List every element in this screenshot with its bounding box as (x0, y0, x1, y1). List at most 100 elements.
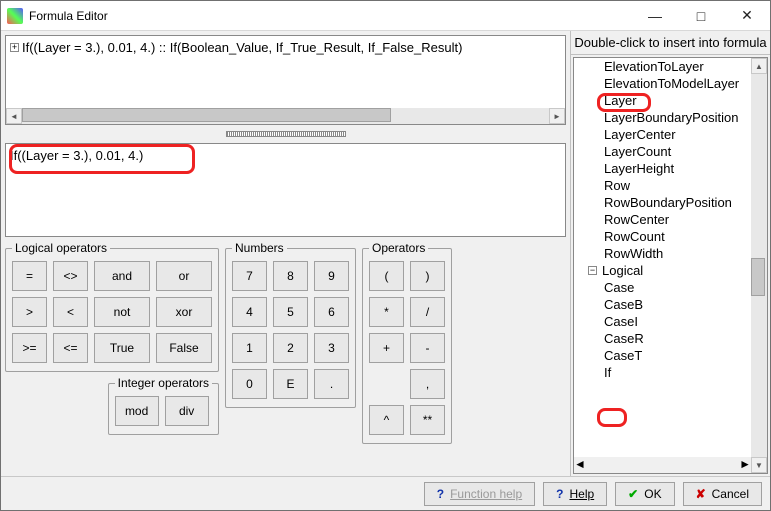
tree-item[interactable]: ElevationToModelLayer (574, 75, 749, 92)
tree-branch-logical[interactable]: −Logical (584, 263, 749, 278)
scroll-thumb[interactable] (586, 457, 693, 471)
ge-button[interactable]: >= (12, 333, 47, 363)
num-5-button[interactable]: 5 (273, 297, 308, 327)
minimize-button[interactable]: — (632, 1, 678, 30)
tree-item[interactable]: Case (574, 279, 749, 296)
tree-item[interactable]: CaseT (574, 347, 749, 364)
mul-button[interactable]: * (369, 297, 404, 327)
highlight-box (597, 408, 627, 427)
mod-button[interactable]: mod (115, 396, 159, 426)
tree-item[interactable]: CaseB (574, 296, 749, 313)
formula-edit-pane[interactable]: If((Layer = 3.), 0.01, 4.) (5, 143, 566, 237)
scroll-thumb[interactable] (751, 258, 765, 296)
and-button[interactable]: and (94, 261, 150, 291)
x-icon: ✘ (696, 487, 706, 501)
highlight-box (597, 93, 651, 112)
tree-horizontal-scrollbar[interactable]: ◄ ► (574, 457, 751, 473)
check-icon: ✔ (628, 487, 638, 501)
num-3-button[interactable]: 3 (314, 333, 349, 363)
tree-item-if[interactable]: If (574, 364, 749, 381)
tree-item[interactable]: RowBoundaryPosition (574, 194, 749, 211)
gt-button[interactable]: > (12, 297, 47, 327)
function-help-button: ?Function help (424, 482, 535, 506)
horizontal-scrollbar[interactable]: ◄ ► (6, 108, 565, 124)
ne-button[interactable]: <> (53, 261, 88, 291)
num-dot-button[interactable]: . (314, 369, 349, 399)
num-e-button[interactable]: E (273, 369, 308, 399)
maximize-button[interactable]: □ (678, 1, 724, 30)
caret-button[interactable]: ^ (369, 405, 404, 435)
sub-button[interactable]: - (410, 333, 445, 363)
logical-operators-group: Logical operators = <> and or > < not xo… (5, 241, 219, 372)
tree-item[interactable]: CaseR (574, 330, 749, 347)
app-icon (7, 8, 23, 24)
not-button[interactable]: not (94, 297, 150, 327)
splitter[interactable] (5, 129, 566, 139)
lparen-button[interactable]: ( (369, 261, 404, 291)
collapse-icon[interactable]: − (588, 266, 597, 275)
numbers-label: Numbers (232, 241, 287, 255)
parsed-formula-pane[interactable]: + If((Layer = 3.), 0.01, 4.) :: If(Boole… (5, 35, 566, 125)
add-button[interactable]: + (369, 333, 404, 363)
function-tree[interactable]: ElevationToLayer ElevationToModelLayer L… (573, 57, 768, 474)
insert-panel-header: Double-click to insert into formula (571, 31, 770, 55)
tree-vertical-scrollbar[interactable]: ▲ ▼ (751, 58, 767, 473)
dialog-footer: ?Function help ?Help ✔OK ✘Cancel (1, 476, 770, 510)
scroll-left-icon[interactable]: ◄ (6, 108, 22, 124)
logical-operators-label: Logical operators (12, 241, 110, 255)
num-8-button[interactable]: 8 (273, 261, 308, 291)
title-bar[interactable]: Formula Editor — □ ✕ (1, 1, 770, 31)
formula-editor-window: Formula Editor — □ ✕ + If((Layer = 3.), … (0, 0, 771, 511)
window-title: Formula Editor (29, 9, 632, 23)
division-button[interactable]: / (410, 297, 445, 327)
num-7-button[interactable]: 7 (232, 261, 267, 291)
rparen-button[interactable]: ) (410, 261, 445, 291)
help-button[interactable]: ?Help (543, 482, 607, 506)
le-button[interactable]: <= (53, 333, 88, 363)
power-button[interactable]: ** (410, 405, 445, 435)
num-0-button[interactable]: 0 (232, 369, 267, 399)
scroll-up-icon[interactable]: ▲ (751, 58, 767, 74)
operators-group: Operators ( ) * / + - , ^ ** (362, 241, 452, 444)
splitter-grip-icon[interactable] (226, 131, 346, 137)
or-button[interactable]: or (156, 261, 212, 291)
tree-item[interactable]: CaseI (574, 313, 749, 330)
integer-operators-group: Integer operators mod div (108, 376, 219, 435)
tree-item[interactable]: RowCenter (574, 211, 749, 228)
highlight-box (9, 144, 195, 174)
scroll-down-icon[interactable]: ▼ (751, 457, 767, 473)
scroll-right-icon[interactable]: ► (549, 108, 565, 124)
tree-item[interactable]: LayerBoundaryPosition (574, 109, 749, 126)
num-1-button[interactable]: 1 (232, 333, 267, 363)
ok-button[interactable]: ✔OK (615, 482, 674, 506)
tree-item[interactable]: LayerCenter (574, 126, 749, 143)
close-button[interactable]: ✕ (724, 1, 770, 30)
parsed-formula-text: If((Layer = 3.), 0.01, 4.) :: If(Boolean… (22, 40, 462, 55)
tree-item[interactable]: LayerCount (574, 143, 749, 160)
expand-icon[interactable]: + (10, 43, 19, 52)
lt-button[interactable]: < (53, 297, 88, 327)
num-4-button[interactable]: 4 (232, 297, 267, 327)
tree-item[interactable]: RowCount (574, 228, 749, 245)
eq-button[interactable]: = (12, 261, 47, 291)
num-2-button[interactable]: 2 (273, 333, 308, 363)
scroll-thumb[interactable] (22, 108, 391, 122)
operators-label: Operators (369, 241, 428, 255)
tree-item[interactable]: LayerHeight (574, 160, 749, 177)
tree-item[interactable]: RowWidth (574, 245, 749, 262)
scroll-right-icon[interactable]: ► (739, 457, 751, 473)
false-button[interactable]: False (156, 333, 212, 363)
scroll-left-icon[interactable]: ◄ (574, 457, 586, 473)
xor-button[interactable]: xor (156, 297, 212, 327)
tree-item[interactable]: ElevationToLayer (574, 58, 749, 75)
integer-operators-label: Integer operators (115, 376, 212, 390)
numbers-group: Numbers 7 8 9 4 5 6 1 2 3 0 E . (225, 241, 356, 408)
cancel-button[interactable]: ✘Cancel (683, 482, 762, 506)
num-9-button[interactable]: 9 (314, 261, 349, 291)
help-icon: ? (437, 487, 444, 501)
comma-button[interactable]: , (410, 369, 445, 399)
div-button[interactable]: div (165, 396, 209, 426)
tree-item[interactable]: Row (574, 177, 749, 194)
true-button[interactable]: True (94, 333, 150, 363)
num-6-button[interactable]: 6 (314, 297, 349, 327)
